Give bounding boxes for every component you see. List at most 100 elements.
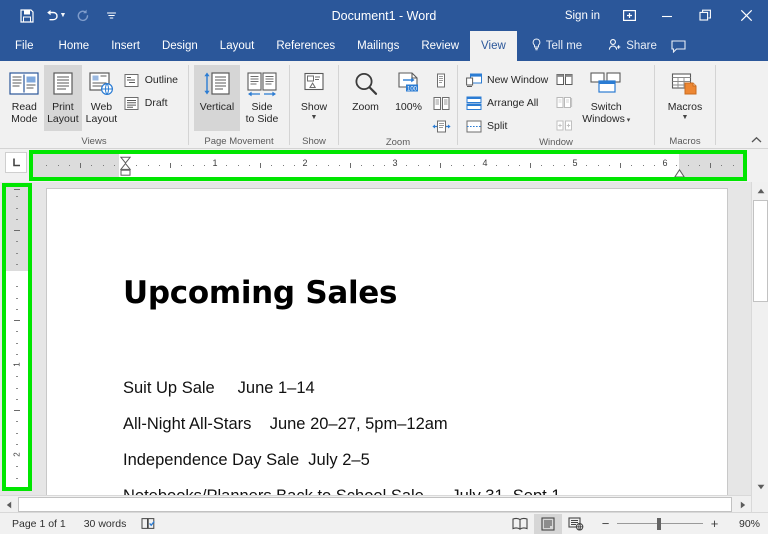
ruler-tick (339, 165, 340, 166)
zoom-in-button[interactable]: + (709, 516, 720, 531)
ribbon-group-show: Show ▼ Show (290, 61, 338, 149)
side-to-side-button[interactable]: Sideto Side (240, 65, 284, 131)
arrange-all-button[interactable]: Arrange All (463, 93, 553, 113)
tab-review[interactable]: Review (410, 31, 470, 61)
chevron-down-icon[interactable]: ▼ (682, 114, 689, 122)
draft-button[interactable]: Draft (121, 93, 183, 113)
macros-button[interactable]: Macros ▼ (660, 65, 710, 131)
ruler-tick (16, 331, 18, 332)
window-small-buttons: New Window Arrange All Split (463, 65, 553, 136)
switch-windows-button[interactable]: SwitchWindows ▾ (575, 65, 637, 131)
zoom-icon-buttons (430, 65, 452, 136)
views-small-buttons: Outline Draft (121, 65, 183, 113)
tab-stop-selector[interactable] (5, 152, 27, 173)
zoom-magnifier-icon (352, 68, 380, 100)
zoom-percent[interactable]: 90% (726, 518, 760, 530)
document-line-3[interactable]: Independence Day Sale July 2–5 (123, 451, 370, 470)
new-window-button[interactable]: New Window (463, 70, 553, 90)
chevron-down-icon[interactable]: ▾ (625, 117, 630, 124)
scroll-up-icon[interactable] (752, 182, 768, 199)
synchronous-scrolling-icon[interactable] (553, 93, 575, 113)
web-layout-icon (87, 68, 115, 100)
save-icon[interactable] (14, 4, 40, 28)
chevron-up-icon[interactable] (748, 133, 764, 147)
vertical-scroll-thumb[interactable] (753, 200, 768, 302)
word-count[interactable]: 30 words (75, 518, 136, 530)
vertical-scroll-button[interactable]: Vertical (194, 65, 240, 131)
document-line-2[interactable]: All-Night All-Stars June 20–27, 5pm–12am (123, 415, 448, 434)
right-indent-marker[interactable] (674, 165, 685, 174)
zoom-slider[interactable] (617, 518, 703, 530)
print-layout-view-button[interactable] (534, 514, 562, 534)
scroll-down-icon[interactable] (752, 478, 768, 495)
split-button[interactable]: Split (463, 116, 553, 136)
ruler-tick (46, 165, 47, 166)
tab-file[interactable]: File (0, 31, 48, 61)
tab-insert[interactable]: Insert (100, 31, 151, 61)
ruler-number: 1 (13, 354, 22, 376)
page-indicator[interactable]: Page 1 of 1 (0, 518, 75, 530)
ruler-number: 3 (392, 158, 397, 168)
tab-references[interactable]: References (265, 31, 346, 61)
redo-icon[interactable] (70, 4, 96, 28)
scroll-right-icon[interactable] (734, 496, 751, 513)
horizontal-scroll-thumb[interactable] (18, 497, 732, 512)
read-mode-view-button[interactable] (506, 514, 534, 534)
side-to-side-label: Sideto Side (246, 102, 279, 125)
outline-label: Outline (145, 74, 178, 86)
zoom-button[interactable]: Zoom (344, 65, 387, 131)
vertical-scrollbar[interactable] (751, 182, 768, 495)
zoom-out-button[interactable]: − (600, 516, 611, 531)
ruler-tick (710, 163, 711, 168)
outline-button[interactable]: Outline (121, 70, 183, 90)
ribbon-display-options-icon[interactable] (610, 0, 648, 31)
tell-me-search[interactable]: Tell me (523, 31, 590, 61)
customize-quick-access-toolbar-icon[interactable] (98, 4, 124, 28)
show-label: Show (301, 102, 327, 114)
ruler-tick (80, 163, 81, 168)
undo-dropdown-caret[interactable]: ▼ (60, 12, 67, 19)
restore-icon[interactable] (686, 0, 724, 31)
one-page-icon[interactable] (430, 70, 452, 90)
web-layout-button[interactable]: WebLayout (82, 65, 121, 131)
tab-design[interactable]: Design (151, 31, 209, 61)
document-heading[interactable]: Upcoming Sales (123, 275, 397, 311)
reset-window-position-icon[interactable] (553, 116, 575, 136)
ruler-tick (249, 165, 250, 166)
left-indent-marker[interactable] (120, 156, 131, 175)
ruler-tick (14, 410, 20, 411)
share-button[interactable]: Share (600, 31, 665, 61)
zoom-100-label: 100% (395, 102, 422, 114)
status-bar: Page 1 of 1 30 words − + 90% (0, 512, 768, 534)
vertical-ruler[interactable]: 12 (6, 187, 28, 487)
horizontal-ruler[interactable]: 123456 (33, 154, 743, 177)
tab-home[interactable]: Home (48, 31, 101, 61)
show-button[interactable]: Show ▼ (295, 65, 333, 131)
ruler-tick (16, 309, 18, 310)
tab-view[interactable]: View (470, 31, 517, 61)
scrollbar-corner (751, 495, 768, 512)
close-icon[interactable] (724, 0, 768, 31)
tab-layout[interactable]: Layout (209, 31, 266, 61)
document-line-1[interactable]: Suit Up Sale June 1–14 (123, 379, 315, 398)
ruler-tick (16, 298, 18, 299)
zoom-slider-thumb[interactable] (657, 518, 661, 530)
macros-icon (670, 68, 700, 100)
read-mode-button[interactable]: ReadMode (5, 65, 44, 131)
horizontal-scrollbar[interactable] (0, 495, 751, 512)
print-layout-button[interactable]: PrintLayout (44, 65, 83, 131)
sign-in-button[interactable]: Sign in (555, 10, 610, 22)
document-page[interactable]: Upcoming Sales Suit Up Sale June 1–14 Al… (46, 188, 728, 508)
minimize-icon[interactable] (648, 0, 686, 31)
proofing-errors-icon[interactable] (135, 513, 161, 534)
web-layout-view-button[interactable] (562, 514, 590, 534)
multiple-pages-icon[interactable] (430, 93, 452, 113)
chevron-down-icon[interactable]: ▼ (311, 114, 318, 122)
comments-icon[interactable] (665, 31, 694, 61)
view-side-by-side-icon[interactable] (553, 70, 575, 90)
scroll-left-icon[interactable] (0, 496, 17, 513)
page-width-icon[interactable] (430, 116, 452, 136)
zoom-100-button[interactable]: 100 100% (387, 65, 430, 131)
undo-icon[interactable]: ▼ (42, 4, 68, 28)
tab-mailings[interactable]: Mailings (346, 31, 410, 61)
